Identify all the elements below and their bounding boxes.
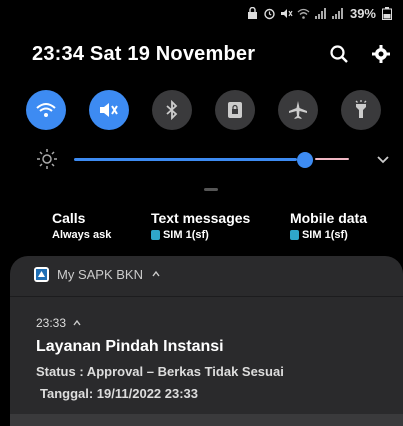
mute-icon xyxy=(100,103,118,117)
drag-handle[interactable] xyxy=(204,188,218,191)
wifi-toggle[interactable] xyxy=(26,90,66,130)
notification-header[interactable]: My SAPK BKN xyxy=(34,262,161,286)
quick-toggles xyxy=(26,90,381,134)
battery-percent: 39% xyxy=(349,5,376,21)
calls-sub: Always ask xyxy=(52,229,112,241)
brightness-thumb[interactable] xyxy=(297,152,313,168)
bluetooth-icon xyxy=(166,100,178,120)
panel-header: 23:34 Sat 19 November xyxy=(32,36,392,72)
airplane-toggle[interactable] xyxy=(278,90,318,130)
wifi-status-icon xyxy=(297,7,310,20)
next-notification-edge xyxy=(10,414,403,426)
flashlight-icon xyxy=(355,100,367,118)
chevron-down-icon[interactable] xyxy=(375,151,391,167)
sim-icon xyxy=(150,230,160,240)
calls-title: Calls xyxy=(52,210,86,226)
brightness-slider[interactable] xyxy=(74,149,349,169)
brightness-fill xyxy=(74,158,297,161)
notification-title: Layanan Pindah Instansi xyxy=(36,338,224,355)
sound-toggle[interactable] xyxy=(89,90,129,130)
header-actions xyxy=(328,43,392,65)
notification-card[interactable]: My SAPK BKN 23:33 Layanan Pindah Instans… xyxy=(10,256,403,420)
signal-2-icon xyxy=(331,7,344,20)
brightness-icon xyxy=(36,148,58,170)
data-title: Mobile data xyxy=(289,210,367,226)
text-setting[interactable]: Text messages SIM 1(sf) xyxy=(150,210,251,250)
battery-icon xyxy=(382,6,395,20)
status-icons xyxy=(246,6,344,20)
wifi-icon xyxy=(36,103,56,117)
chevron-up-icon xyxy=(73,319,81,326)
lock-rotation-icon xyxy=(228,102,242,118)
divider xyxy=(10,296,403,297)
search-icon[interactable] xyxy=(328,43,350,65)
flashlight-toggle[interactable] xyxy=(341,90,381,130)
text-sub: SIM 1(sf) xyxy=(150,229,250,241)
data-sub: SIM 1(sf) xyxy=(289,229,367,241)
notification-status: Status : Approval – Berkas Tidak Sesuai xyxy=(36,364,284,379)
data-setting[interactable]: Mobile data SIM 1(sf) xyxy=(289,210,367,250)
brightness-track xyxy=(315,158,349,160)
signal-icon xyxy=(314,7,327,20)
bluetooth-toggle[interactable] xyxy=(152,90,192,130)
sim-settings: Calls Always ask Text messages SIM 1(sf)… xyxy=(0,210,403,250)
text-title: Text messages xyxy=(150,210,251,226)
date-time: 23:34 Sat 19 November xyxy=(32,42,256,65)
lock-status-icon xyxy=(246,6,259,20)
mute-status-icon xyxy=(280,7,293,20)
notification-date: Tanggal: 19/11/2022 23:33 xyxy=(40,386,199,401)
app-icon xyxy=(34,266,49,282)
status-bar: 39% xyxy=(0,0,403,26)
chevron-up-icon[interactable] xyxy=(151,267,161,282)
sim-icon xyxy=(289,230,299,240)
alarm-icon xyxy=(263,7,276,20)
app-name: My SAPK BKN xyxy=(57,266,143,282)
notification-time: 23:33 xyxy=(36,316,82,330)
brightness-control xyxy=(36,146,391,172)
rotation-toggle[interactable] xyxy=(215,90,255,130)
gear-icon[interactable] xyxy=(370,43,392,65)
airplane-icon xyxy=(289,101,307,119)
calls-setting[interactable]: Calls Always ask xyxy=(52,210,111,250)
